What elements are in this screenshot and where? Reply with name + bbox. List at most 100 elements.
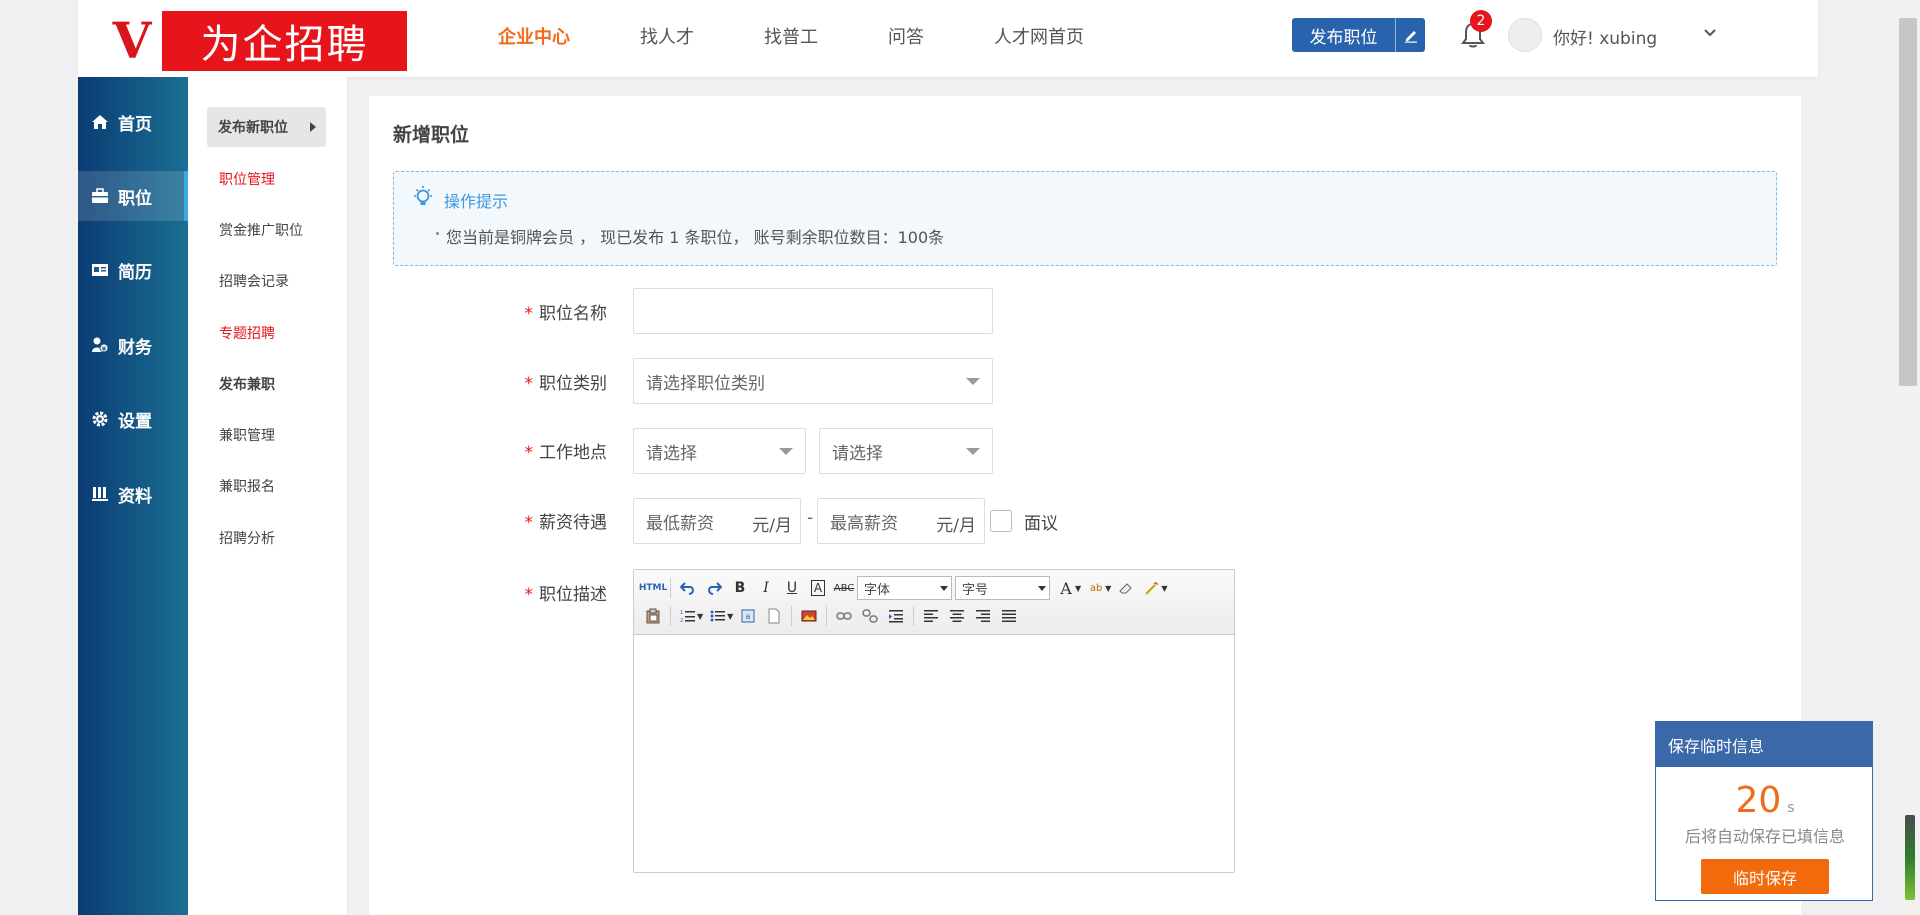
- tip-title: 操作提示: [444, 192, 509, 211]
- italic-icon[interactable]: I: [753, 576, 779, 600]
- salary-label: * 薪资待遇: [524, 513, 608, 533]
- subnav-post-parttime[interactable]: 发布兼职: [219, 374, 275, 394]
- font-border-icon[interactable]: A: [805, 576, 831, 600]
- publish-job-label: 发布职位: [1309, 27, 1378, 48]
- align-center-icon[interactable]: [944, 604, 970, 628]
- sidebar-item-settings[interactable]: 设置: [78, 394, 188, 444]
- logo-text: 为企招聘: [162, 11, 407, 71]
- unlink-icon[interactable]: [857, 604, 883, 628]
- temp-save-button[interactable]: 临时保存: [1701, 859, 1829, 894]
- job-category-placeholder: 请选择职位类别: [646, 373, 765, 394]
- main-content: 新增职位 操作提示 您当前是铜牌会员 ， 现已发布 1 条职位， 账号剩余职位数…: [369, 96, 1801, 915]
- sidebar-item-resume[interactable]: 简历: [78, 245, 188, 295]
- autosave-text: 后将自动保存已填信息: [1684, 827, 1845, 846]
- job-category-select[interactable]: 请选择职位类别: [633, 358, 993, 404]
- tip-text: 您当前是铜牌会员 ， 现已发布 1 条职位， 账号剩余职位数目：100条: [435, 224, 944, 248]
- nav-enterprise-center[interactable]: 企业中心: [498, 23, 570, 49]
- finance-icon: ¥: [90, 335, 110, 355]
- paste-icon[interactable]: [640, 604, 666, 628]
- subnav-parttime-management[interactable]: 兼职管理: [219, 425, 275, 445]
- nav-find-workers[interactable]: 找普工: [764, 23, 818, 49]
- caret-right-icon: [310, 122, 316, 132]
- subnav-topic-recruit[interactable]: 专题招聘: [219, 323, 275, 343]
- job-category-label: * 职位类别: [524, 374, 608, 394]
- home-icon: [90, 112, 110, 132]
- countdown-value: 20: [1735, 780, 1782, 821]
- nav-qa[interactable]: 问答: [888, 23, 924, 49]
- user-greeting[interactable]: 你好! xubing: [1553, 24, 1657, 49]
- nav-find-talent[interactable]: 找人才: [640, 23, 694, 49]
- indent-icon[interactable]: [883, 604, 909, 628]
- negotiable-label: 面议: [1024, 514, 1058, 534]
- gear-icon: [90, 409, 110, 429]
- autosave-title: 保存临时信息: [1656, 722, 1872, 767]
- link-icon[interactable]: [831, 604, 857, 628]
- underline-icon[interactable]: U: [779, 576, 805, 600]
- rich-text-editor: HTML B I U A ABC 字体 字号 A▼ ab▼ ▼ 12▼: [633, 569, 1235, 873]
- sidebar-item-finance[interactable]: ¥ 财务: [78, 320, 188, 370]
- subnav-job-fair-records[interactable]: 招聘会记录: [219, 271, 289, 291]
- font-size-select[interactable]: 字号: [955, 576, 1050, 600]
- scrollbar-thumb[interactable]: [1899, 18, 1917, 386]
- align-right-icon[interactable]: [970, 604, 996, 628]
- sidebar-item-label: 简历: [118, 262, 152, 283]
- required-mark: *: [524, 443, 534, 463]
- subnav-recruit-analysis[interactable]: 招聘分析: [219, 528, 275, 548]
- sidebar-item-label: 职位: [118, 188, 152, 209]
- sidebar-item-jobs[interactable]: 职位: [78, 171, 188, 221]
- image-icon[interactable]: [796, 604, 822, 628]
- lightbulb-icon: [410, 184, 436, 214]
- sidebar-item-profile[interactable]: 资料: [78, 469, 188, 519]
- salary-min-placeholder: 最低薪资: [646, 513, 714, 534]
- dropdown-arrow-icon: [779, 448, 793, 455]
- redo-icon[interactable]: [701, 576, 727, 600]
- editor-body[interactable]: [634, 635, 1234, 872]
- logo[interactable]: V 为企招聘: [102, 10, 407, 72]
- anchor-icon[interactable]: a: [735, 604, 761, 628]
- undo-icon[interactable]: [675, 576, 701, 600]
- bold-icon[interactable]: B: [727, 576, 753, 600]
- city-select[interactable]: 请选择: [819, 428, 993, 474]
- align-justify-icon[interactable]: [996, 604, 1022, 628]
- page-break-icon[interactable]: [761, 604, 787, 628]
- avatar[interactable]: [1508, 18, 1542, 52]
- main-sidebar: 首页 职位 简历 ¥ 财务 设置 资料: [78, 77, 188, 915]
- eraser-icon[interactable]: [1113, 576, 1139, 600]
- profile-icon: [90, 484, 110, 504]
- autosave-panel: 保存临时信息 20 s 后将自动保存已填信息 临时保存: [1655, 721, 1873, 901]
- svg-text:2: 2: [680, 618, 683, 623]
- font-family-select[interactable]: 字体: [857, 576, 952, 600]
- strikethrough-icon[interactable]: ABC: [831, 576, 857, 600]
- level-meter-icon: [1905, 815, 1915, 900]
- chevron-down-icon[interactable]: [1703, 26, 1717, 42]
- required-mark: *: [524, 585, 534, 605]
- svg-text:1: 1: [680, 610, 683, 616]
- sidebar-item-label: 资料: [118, 486, 152, 507]
- negotiable-checkbox[interactable]: [990, 510, 1012, 532]
- html-source-button[interactable]: HTML: [639, 576, 667, 600]
- subnav-job-management[interactable]: 职位管理: [219, 169, 275, 189]
- publish-job-button[interactable]: 发布职位: [1292, 18, 1425, 52]
- nav-talent-home[interactable]: 人才网首页: [994, 23, 1084, 49]
- salary-unit: 元/月: [936, 516, 976, 536]
- province-placeholder: 请选择: [646, 443, 697, 464]
- publish-new-job-button[interactable]: 发布新职位: [207, 107, 326, 147]
- logo-letter: V: [112, 11, 152, 70]
- city-placeholder: 请选择: [832, 443, 883, 464]
- salary-min-input[interactable]: 最低薪资 元/月: [633, 498, 801, 544]
- align-left-icon[interactable]: [918, 604, 944, 628]
- svg-text:a: a: [746, 612, 751, 621]
- salary-separator: -: [807, 508, 814, 528]
- salary-max-input[interactable]: 最高薪资 元/月: [817, 498, 985, 544]
- location-label: * 工作地点: [524, 443, 608, 463]
- sidebar-item-home[interactable]: 首页: [78, 97, 188, 147]
- salary-max-placeholder: 最高薪资: [830, 513, 898, 534]
- autosave-countdown: 20 s: [1656, 780, 1874, 821]
- province-select[interactable]: 请选择: [633, 428, 806, 474]
- subnav-parttime-signup[interactable]: 兼职报名: [219, 476, 275, 496]
- dropdown-arrow-icon: [966, 448, 980, 455]
- sidebar-item-label: 设置: [118, 411, 152, 432]
- sub-sidebar: 发布新职位 职位管理 赏金推广职位 招聘会记录 专题招聘 发布兼职 兼职管理 兼…: [188, 77, 348, 915]
- subnav-bounty-promote[interactable]: 赏金推广职位: [219, 220, 303, 240]
- job-name-input[interactable]: [633, 288, 993, 334]
